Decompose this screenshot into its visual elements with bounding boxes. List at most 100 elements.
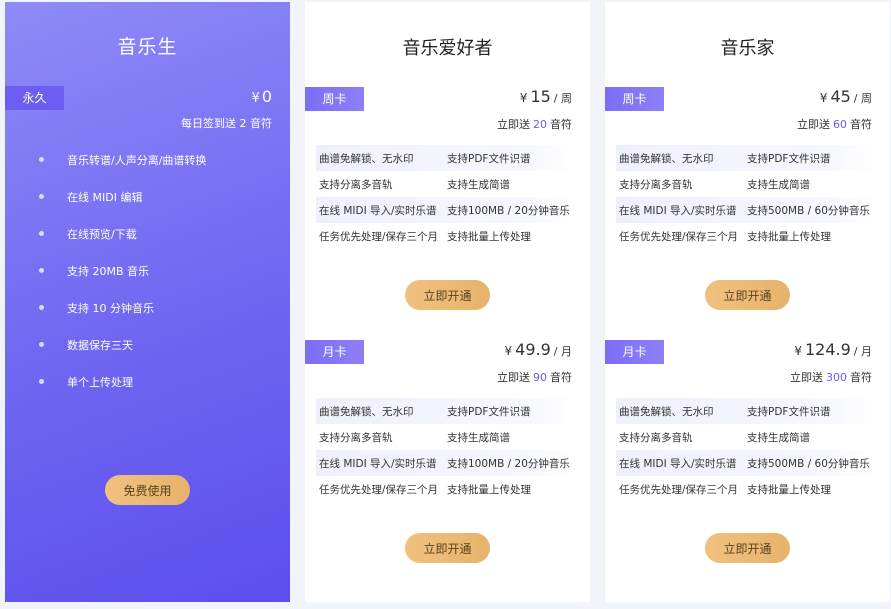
bonus-suffix: 音符 [550, 371, 572, 384]
feature-table: 曲谱免解锁、无水印 支持PDF文件识谱支持分离多音轨 支持生成简谱在线 MIDI 导… [316, 145, 578, 249]
bullet-icon [39, 157, 44, 162]
price-period: / 月 [853, 345, 872, 358]
list-item: 支持 20MB 音乐 [39, 263, 206, 300]
feature-cell: 支持生成简谱 [747, 178, 810, 191]
bullet-icon [39, 231, 44, 236]
tier-bonus: 立即送 60 音符 [797, 116, 872, 132]
tier-tag: 周卡 [305, 87, 364, 111]
table-row: 任务优先处理/保存三个月 支持批量上传处理 [316, 223, 578, 249]
bullet-icon [39, 194, 44, 199]
plan-tier: 周卡 ¥45/ 周 立即送 60 音符 曲谱免解锁、无水印 支持PDF文件识谱 支持分离… [605, 87, 890, 340]
bonus-suffix: 音符 [850, 371, 872, 384]
feature-text: 在线 MIDI 编辑 [67, 191, 143, 204]
feature-cell: 支持批量上传处理 [747, 483, 831, 496]
table-row: 支持分离多音轨 支持生成简谱 [616, 171, 878, 197]
plan-title: 音乐爱好者 [402, 38, 493, 59]
plan-tier: 周卡 ¥15/ 周 立即送 20 音符 曲谱免解锁、无水印 支持PDF文件识谱 支持分离… [305, 87, 590, 340]
bonus-prefix: 立即送 [497, 371, 530, 384]
activate-button[interactable]: 立即开通 [705, 533, 790, 563]
feature-table: 曲谱免解锁、无水印 支持PDF文件识谱 支持分离多音轨 支持生成简谱 在线 MIDI 导… [616, 398, 878, 502]
table-row: 任务优先处理/保存三个月 支持批量上传处理 [616, 223, 878, 249]
bonus-suffix: 音符 [850, 118, 872, 131]
plan-card-2: 音乐家 周卡 ¥45/ 周 立即送 60 音符 曲谱免解锁、无水印 支持PDF文件识谱… [605, 2, 890, 602]
table-row: 曲谱免解锁、无水印 支持PDF文件识谱 [316, 145, 578, 171]
feature-text: 支持 20MB 音乐 [67, 265, 150, 278]
feature-cell: 任务优先处理/保存三个月 [319, 483, 439, 496]
free-feature-list: 音乐转谱/人声分离/曲谱转换 在线 MIDI 编辑 在线预览/下载 支持 20M… [39, 152, 206, 411]
feature-cell: 支持500MB / 60分钟音乐 [747, 204, 870, 217]
feature-text: 数据保存三天 [67, 339, 133, 352]
bonus-count: 60 [833, 118, 847, 131]
feature-cell: 在线 MIDI 导入/实时乐谱 [319, 457, 437, 470]
activate-button[interactable]: 立即开通 [405, 533, 490, 563]
currency-symbol: ¥ [504, 344, 513, 358]
bonus-prefix: 立即送 [797, 118, 830, 131]
feature-cell: 支持分离多音轨 [619, 431, 693, 444]
currency-symbol: ¥ [519, 91, 528, 105]
activate-button[interactable]: 立即开通 [705, 280, 790, 310]
free-plan-price: ¥0 [252, 87, 272, 106]
plan-tier: 月卡 ¥124.9/ 月 立即送 300 音符 曲谱免解锁、无水印 支持PDF文件识谱… [605, 340, 890, 593]
bullet-icon [39, 268, 44, 273]
list-item: 支持 10 分钟音乐 [39, 300, 206, 337]
feature-cell: 支持批量上传处理 [447, 483, 531, 496]
price-value: 0 [261, 87, 272, 106]
tier-tag: 月卡 [605, 340, 664, 364]
price-period: / 周 [853, 92, 872, 105]
bonus-prefix: 立即送 [790, 371, 823, 384]
tier-tag: 周卡 [605, 87, 664, 111]
list-item: 在线预览/下载 [39, 226, 206, 263]
list-item: 单个上传处理 [39, 374, 206, 411]
table-row: 支持分离多音轨 支持生成简谱 [316, 424, 578, 450]
list-item: 音乐转谱/人声分离/曲谱转换 [39, 152, 206, 189]
tier-price: ¥124.9/ 月 [794, 340, 872, 359]
table-row: 在线 MIDI 导入/实时乐谱 支持100MB / 20分钟音乐 [316, 197, 578, 223]
table-row: 支持分离多音轨 支持生成简谱 [616, 424, 878, 450]
price-value: 124.9 [804, 340, 851, 359]
list-item: 在线 MIDI 编辑 [39, 189, 206, 226]
feature-text: 音乐转谱/人声分离/曲谱转换 [67, 154, 207, 167]
price-period: / 月 [553, 345, 572, 358]
feature-cell: 任务优先处理/保存三个月 [619, 230, 739, 243]
feature-cell: 支持生成简谱 [447, 431, 510, 444]
table-row: 曲谱免解锁、无水印 支持PDF文件识谱 [316, 398, 578, 424]
feature-cell: 支持生成简谱 [747, 431, 810, 444]
bonus-count: 90 [533, 371, 547, 384]
activate-button[interactable]: 立即开通 [405, 280, 490, 310]
plan-title: 音乐家 [720, 38, 775, 59]
feature-table: 曲谱免解锁、无水印 支持PDF文件识谱 支持分离多音轨 支持生成简谱 在线 MIDI 导… [316, 398, 578, 502]
feature-cell: 在线 MIDI 导入/实时乐谱 [619, 457, 737, 470]
table-row: 在线 MIDI 导入/实时乐谱 支持500MB / 60分钟音乐 [616, 450, 878, 476]
feature-cell: 支持100MB / 20分钟音乐 [447, 204, 570, 217]
tier-bonus: 立即送 300 音符 [790, 369, 872, 385]
tier-bonus: 立即送 90 音符 [497, 369, 572, 385]
bullet-icon [39, 379, 44, 384]
price-value: 49.9 [515, 340, 551, 359]
plan-tier: 月卡 ¥49.9/ 月 立即送 90 音符 曲谱免解锁、无水印 支持PDF文件识谱 支持… [305, 340, 590, 593]
table-row: 在线 MIDI 导入/实时乐谱 支持500MB / 60分钟音乐 [616, 197, 878, 223]
free-plan-tag: 永久 [5, 86, 64, 110]
feature-cell: 曲谱免解锁、无水印 [619, 405, 714, 418]
price-value: 45 [830, 87, 851, 106]
free-use-button[interactable]: 免费使用 [105, 475, 190, 505]
bullet-icon [39, 342, 44, 347]
price-value: 15 [530, 87, 551, 106]
table-row: 支持分离多音轨 支持生成简谱 [316, 171, 578, 197]
feature-cell: 支持分离多音轨 [319, 178, 393, 191]
feature-cell: 任务优先处理/保存三个月 [619, 483, 739, 496]
feature-cell: 支持PDF文件识谱 [747, 152, 831, 165]
feature-cell: 支持批量上传处理 [447, 230, 531, 243]
tier-price: ¥45/ 周 [820, 87, 872, 106]
feature-text: 支持 10 分钟音乐 [67, 302, 154, 315]
feature-text: 在线预览/下载 [67, 228, 137, 241]
currency-symbol: ¥ [819, 91, 828, 105]
tier-bonus: 立即送 20 音符 [497, 116, 572, 132]
bonus-count: 20 [533, 118, 547, 131]
feature-cell: 支持生成简谱 [447, 178, 510, 191]
feature-table: 曲谱免解锁、无水印 支持PDF文件识谱 支持分离多音轨 支持生成简谱 在线 MIDI 导… [616, 145, 878, 249]
feature-text: 单个上传处理 [67, 376, 133, 389]
feature-cell: 支持PDF文件识谱 [747, 405, 831, 418]
free-plan-title: 音乐生 [117, 36, 178, 58]
plan-card-1: 音乐爱好者 周卡 ¥15/ 周 立即送 20 音符 曲谱免解锁、无水印 支持PDF文件… [305, 2, 590, 602]
table-row: 在线 MIDI 导入/实时乐谱 支持100MB / 20分钟音乐 [316, 450, 578, 476]
